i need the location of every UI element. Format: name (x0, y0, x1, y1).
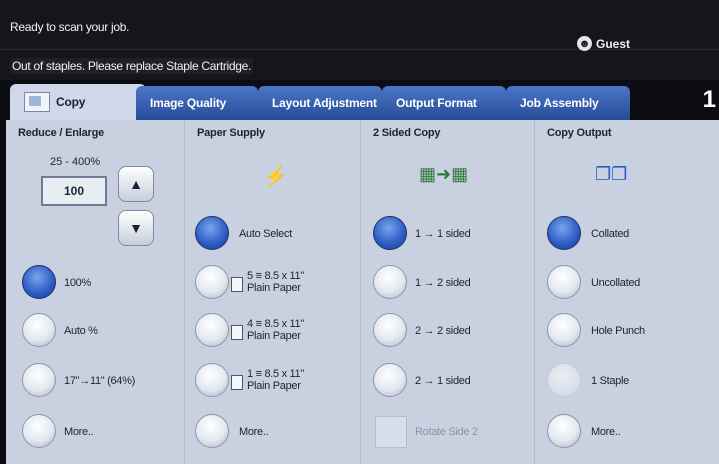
zoom-64-label: 17"→11" (64%) (64, 375, 135, 387)
zoom-down-button[interactable]: ▼ (118, 210, 154, 246)
hole-punch-radio[interactable] (547, 313, 581, 347)
reduce-enlarge-title: Reduce / Enlarge (18, 127, 105, 139)
paper-more-radio[interactable] (195, 414, 229, 448)
tab-copy[interactable]: Copy (10, 84, 146, 120)
tab-label: Output Format (396, 96, 477, 110)
copy-panel: Reduce / Enlarge 25 - 400% 100 ▲ ▼ 100% … (6, 120, 719, 464)
zoom-up-button[interactable]: ▲ (118, 166, 154, 202)
user-name: Guest (596, 36, 631, 51)
paper-sheet-icon (231, 325, 243, 340)
zoom-100-label: 100% (64, 277, 91, 289)
user-icon: ☻ (577, 36, 592, 51)
output-more-radio[interactable] (547, 414, 581, 448)
paper-tray4-radio[interactable] (195, 313, 229, 347)
copy-output-column: Copy Output ❐❐ Collated Uncollated Hole … (534, 120, 719, 464)
copy-icon (24, 92, 50, 112)
tab-label: Copy (56, 95, 86, 109)
tab-label: Layout Adjustment (272, 96, 377, 110)
duplex-icon: ▦➜▦ (419, 164, 469, 184)
tab-image-quality[interactable]: Image Quality (136, 86, 258, 120)
paper-tray1-label: 1 ≡ 8.5 x 11" Plain Paper (247, 368, 304, 392)
rotate-side2-label: Rotate Side 2 (415, 426, 478, 438)
tab-label: Job Assembly (520, 96, 599, 110)
sided-2-2-label: 2 → 2 sided (415, 325, 471, 337)
output-more-label: More.. (591, 426, 621, 438)
zoom-100-radio[interactable] (22, 265, 56, 299)
paper-tray5-radio[interactable] (195, 265, 229, 299)
zoom-64-radio[interactable] (22, 363, 56, 397)
paper-tray5-label: 5 ≡ 8.5 x 11" Plain Paper (247, 270, 304, 294)
paper-supply-column: Paper Supply ⚡ Auto Select 5 ≡ 8.5 x 11"… (184, 120, 361, 464)
two-sided-title: 2 Sided Copy (373, 127, 441, 139)
staple-label: 1 Staple (591, 375, 629, 387)
paper-tray4-label: 4 ≡ 8.5 x 11" Plain Paper (247, 318, 304, 342)
zoom-auto-radio[interactable] (22, 313, 56, 347)
tab-layout-adjustment[interactable]: Layout Adjustment (258, 86, 382, 120)
tab-job-assembly[interactable]: Job Assembly (506, 86, 630, 120)
zoom-more-radio[interactable] (22, 414, 56, 448)
zoom-value-field[interactable]: 100 (41, 176, 107, 206)
collate-icon: ❐❐ (595, 164, 628, 184)
paper-sheet-icon (231, 375, 243, 390)
paper-tray-icon: ⚡ (263, 166, 288, 188)
alert-message: Out of staples. Please replace Staple Ca… (10, 58, 254, 74)
collated-radio[interactable] (547, 216, 581, 250)
zoom-range: 25 - 400% (50, 156, 101, 168)
tab-output-format[interactable]: Output Format (382, 86, 506, 120)
uncollated-label: Uncollated (591, 277, 640, 289)
zoom-more-label: More.. (64, 426, 94, 438)
tab-bar: Copy Image Quality Layout Adjustment Out… (0, 82, 719, 120)
paper-more-label: More.. (239, 426, 269, 438)
zoom-auto-label: Auto % (64, 325, 98, 337)
sided-2-2-radio[interactable] (373, 313, 407, 347)
paper-tray1-radio[interactable] (195, 363, 229, 397)
sided-2-1-radio[interactable] (373, 363, 407, 397)
sided-2-1-label: 2 → 1 sided (415, 375, 471, 387)
reduce-enlarge-column: Reduce / Enlarge 25 - 400% 100 ▲ ▼ 100% … (6, 120, 184, 464)
paper-sheet-icon (231, 277, 243, 292)
tab-label: Image Quality (150, 96, 227, 110)
sided-1-2-radio[interactable] (373, 265, 407, 299)
tab-page-counter: 1 (702, 86, 716, 113)
two-sided-column: 2 Sided Copy ▦➜▦ 1 → 1 sided 1 → 2 sided… (360, 120, 535, 464)
sided-1-1-radio[interactable] (373, 216, 407, 250)
hole-punch-label: Hole Punch (591, 325, 645, 337)
paper-auto-radio[interactable] (195, 216, 229, 250)
rotate-side2-checkbox[interactable] (375, 416, 407, 448)
user-badge[interactable]: ☻ Guest (577, 36, 630, 51)
status-bar: Ready to scan your job. Out of staples. … (0, 0, 719, 80)
uncollated-radio[interactable] (547, 265, 581, 299)
down-arrow-icon: ▼ (129, 220, 143, 236)
paper-supply-title: Paper Supply (197, 127, 265, 139)
paper-auto-label: Auto Select (239, 228, 292, 240)
status-message: Ready to scan your job. (10, 20, 130, 34)
staple-radio[interactable] (547, 363, 581, 397)
sided-1-2-label: 1 → 2 sided (415, 277, 471, 289)
copy-output-title: Copy Output (547, 127, 612, 139)
collated-label: Collated (591, 228, 629, 240)
sided-1-1-label: 1 → 1 sided (415, 228, 471, 240)
up-arrow-icon: ▲ (129, 176, 143, 192)
